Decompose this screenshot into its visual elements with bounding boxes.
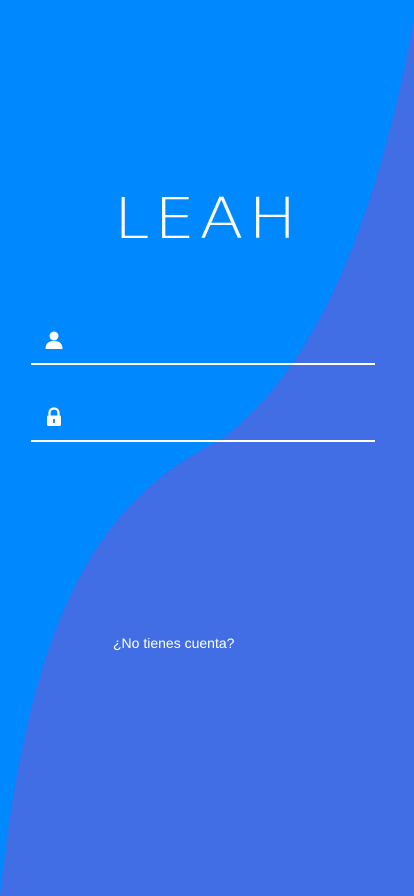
wave-shape	[0, 18, 414, 896]
app-logo: LEAH	[0, 186, 414, 254]
password-input[interactable]	[77, 394, 375, 440]
password-field[interactable]	[31, 394, 375, 442]
signup-link[interactable]: ¿No tienes cuenta?	[113, 634, 234, 652]
lock-icon	[43, 406, 65, 428]
background-wave	[0, 18, 414, 896]
app-logo-text: LEAH	[113, 187, 301, 252]
username-input[interactable]	[77, 317, 375, 363]
user-icon	[43, 329, 65, 351]
username-field[interactable]	[31, 317, 375, 365]
